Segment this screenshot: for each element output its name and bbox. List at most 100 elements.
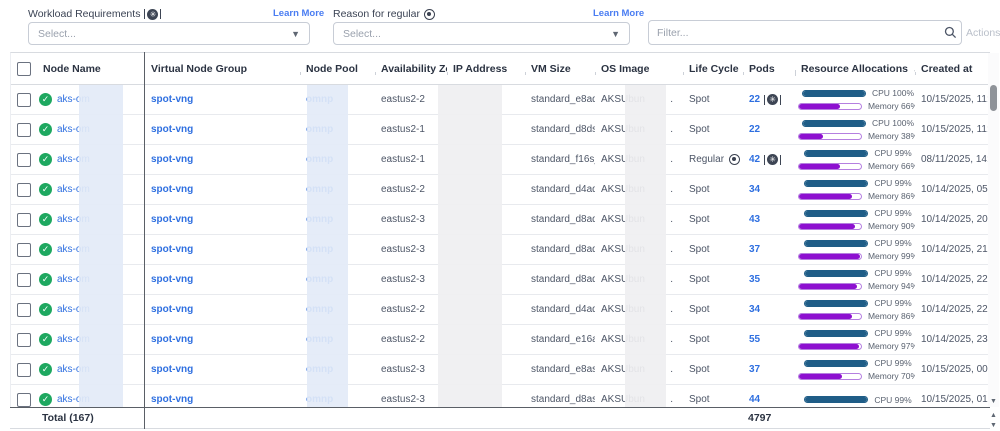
- col-header-availability-zone[interactable]: Availability Zone: [375, 63, 447, 75]
- pods-cell: 34 ✳: [743, 304, 795, 315]
- availability-zone-cell: eastus2-3: [375, 274, 447, 285]
- pods-count-link[interactable]: 22: [749, 124, 760, 135]
- os-image-truncation: .: [670, 274, 673, 285]
- node-healthy-icon: ✓: [39, 243, 52, 256]
- row-checkbox[interactable]: [17, 303, 31, 317]
- virtual-node-group-link[interactable]: spot-vng: [151, 274, 193, 285]
- created-at-cell: 10/14/2025, 20:3...: [915, 214, 990, 225]
- row-checkbox[interactable]: [17, 213, 31, 227]
- pinned-column-separator: [144, 52, 145, 429]
- virtual-node-group-link[interactable]: spot-vng: [151, 364, 193, 375]
- row-checkbox[interactable]: [17, 123, 31, 137]
- created-at-cell: 10/15/2025, 00:2...: [915, 364, 990, 375]
- cpu-label: CPU 99%: [874, 178, 911, 188]
- vm-size-cell: standard_d8ds_v6: [525, 124, 595, 135]
- pods-count-link[interactable]: 37: [749, 244, 760, 255]
- search-icon[interactable]: [939, 26, 961, 39]
- virtual-node-group-link[interactable]: spot-vng: [151, 214, 193, 225]
- col-header-virtual-node-group[interactable]: Virtual Node Group: [145, 63, 300, 75]
- virtual-node-group-link[interactable]: spot-vng: [151, 244, 193, 255]
- cpu-bar-track: [802, 90, 866, 97]
- reason-for-regular-select[interactable]: Select... ▼: [333, 22, 630, 45]
- memory-bar-track: [798, 103, 862, 110]
- cpu-bar-track: [804, 300, 868, 307]
- created-at-cell: 10/15/2025, 01:11...: [915, 394, 990, 405]
- pods-count-link[interactable]: 34: [749, 184, 760, 195]
- pods-cell: 43 ✳: [743, 214, 795, 225]
- life-cycle-cell: Spot: [683, 184, 743, 195]
- node-pool-redaction-blur: [307, 85, 348, 408]
- col-header-created-at[interactable]: Created at: [915, 63, 991, 75]
- cpu-label: CPU 99%: [874, 238, 911, 248]
- actions-button[interactable]: Actions: [966, 27, 1000, 39]
- workload-learn-more-link[interactable]: Learn More: [273, 8, 324, 19]
- row-checkbox[interactable]: [17, 273, 31, 287]
- memory-allocation-row: Memory 70%: [798, 371, 915, 381]
- pods-cell: 22 ✳: [743, 124, 795, 135]
- cpu-bar-track: [804, 150, 868, 157]
- table-header-row: Node Name Virtual Node Group Node Pool A…: [11, 53, 990, 85]
- pods-count-link[interactable]: 44: [749, 394, 760, 405]
- select-all-checkbox[interactable]: [17, 62, 31, 76]
- col-header-node-name[interactable]: Node Name: [35, 63, 145, 75]
- memory-bar-fill: [799, 134, 823, 139]
- memory-label: Memory 66%: [868, 101, 915, 111]
- virtual-node-group-link[interactable]: spot-vng: [151, 334, 193, 345]
- cpu-bar-fill: [803, 91, 865, 96]
- life-cycle-text: Spot: [689, 364, 710, 375]
- cpu-bar-track: [804, 330, 868, 337]
- virtual-node-group-cell: spot-vng: [145, 154, 300, 165]
- col-header-vm-size[interactable]: VM Size: [525, 63, 595, 75]
- chevron-down-icon: ▼: [291, 29, 300, 39]
- scroll-down-icon[interactable]: ▼: [988, 396, 999, 407]
- col-header-life-cycle[interactable]: Life Cycle: [683, 63, 743, 75]
- row-checkbox[interactable]: [17, 333, 31, 347]
- row-checkbox[interactable]: [17, 153, 31, 167]
- virtual-node-group-link[interactable]: spot-vng: [151, 154, 193, 165]
- virtual-node-group-link[interactable]: spot-vng: [151, 304, 193, 315]
- resource-allocations-cell: CPU 99% Memory 70%: [795, 358, 915, 381]
- node-healthy-icon: ✓: [39, 273, 52, 286]
- scrollbar-thumb[interactable]: [990, 85, 997, 111]
- row-checkbox[interactable]: [17, 93, 31, 107]
- col-header-ip-address[interactable]: IP Address: [447, 63, 525, 75]
- life-cycle-cell: Spot: [683, 94, 743, 105]
- pods-cell: 44 ✳: [743, 394, 795, 405]
- availability-zone-cell: eastus2-3: [375, 214, 447, 225]
- virtual-node-group-link[interactable]: spot-vng: [151, 184, 193, 195]
- filter-input[interactable]: [649, 27, 939, 39]
- pods-count-link[interactable]: 22: [749, 94, 760, 105]
- pods-count-link[interactable]: 42: [749, 154, 760, 165]
- col-header-pods[interactable]: Pods: [743, 63, 795, 75]
- pods-count-link[interactable]: 37: [749, 364, 760, 375]
- node-healthy-icon: ✓: [39, 303, 52, 316]
- pods-count-link[interactable]: 43: [749, 214, 760, 225]
- vertical-scrollbar[interactable]: ▼: [988, 53, 999, 407]
- col-header-resource-allocations[interactable]: Resource Allocations ↓ ≡: [795, 61, 915, 76]
- virtual-node-group-link[interactable]: spot-vng: [151, 124, 193, 135]
- pods-count-link[interactable]: 34: [749, 304, 760, 315]
- col-header-node-pool[interactable]: Node Pool: [300, 63, 375, 75]
- row-checkbox[interactable]: [17, 393, 31, 407]
- col-header-os-image[interactable]: OS Image: [595, 63, 683, 75]
- row-checkbox[interactable]: [17, 243, 31, 257]
- os-image-truncation: .: [670, 304, 673, 315]
- virtual-node-group-link[interactable]: spot-vng: [151, 94, 193, 105]
- life-cycle-text: Spot: [689, 214, 710, 225]
- cpu-bar-fill: [805, 301, 866, 306]
- life-cycle-text: Regular: [689, 154, 724, 165]
- workload-requirements-select[interactable]: Select... ▼: [28, 22, 310, 45]
- row-checkbox[interactable]: [17, 183, 31, 197]
- cpu-label: CPU 100%: [872, 118, 914, 128]
- cpu-allocation-row: CPU 99%: [804, 268, 911, 278]
- resource-allocations-cell: CPU 99% Memory 97%: [795, 328, 915, 351]
- node-healthy-icon: ✓: [39, 213, 52, 226]
- memory-bar-fill: [799, 104, 840, 109]
- cpu-allocation-row: CPU 99%: [804, 238, 911, 248]
- pods-count-link[interactable]: 55: [749, 334, 760, 345]
- reason-learn-more-link[interactable]: Learn More: [593, 8, 644, 19]
- row-checkbox[interactable]: [17, 363, 31, 377]
- virtual-node-group-link[interactable]: spot-vng: [151, 394, 193, 405]
- os-image-truncation: .: [670, 154, 673, 165]
- pods-count-link[interactable]: 35: [749, 274, 760, 285]
